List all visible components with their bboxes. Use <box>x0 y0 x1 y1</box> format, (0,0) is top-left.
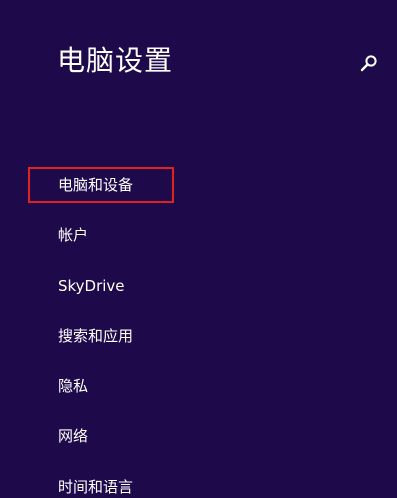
nav-item-skydrive[interactable]: SkyDrive <box>58 276 125 296</box>
nav-item-label: 电脑和设备 <box>58 176 134 194</box>
nav-item-time-and-language[interactable]: 时间和语言 <box>58 477 133 497</box>
nav-item-label: 网络 <box>58 427 89 445</box>
nav-item-label: 隐私 <box>58 377 89 395</box>
nav-item-search-and-apps[interactable]: 搜索和应用 <box>58 326 133 346</box>
settings-nav: 电脑和设备 帐户 SkyDrive 搜索和应用 隐私 网络 时间和语言 <box>0 0 397 498</box>
nav-item-privacy[interactable]: 隐私 <box>58 376 88 396</box>
nav-item-label: 帐户 <box>58 226 89 244</box>
nav-item-label: SkyDrive <box>58 277 125 295</box>
nav-item-pc-and-devices[interactable]: 电脑和设备 <box>28 167 174 203</box>
nav-item-label: 时间和语言 <box>58 478 134 496</box>
nav-item-label: 搜索和应用 <box>58 327 134 345</box>
nav-item-accounts[interactable]: 帐户 <box>58 225 88 245</box>
nav-item-network[interactable]: 网络 <box>58 426 88 446</box>
